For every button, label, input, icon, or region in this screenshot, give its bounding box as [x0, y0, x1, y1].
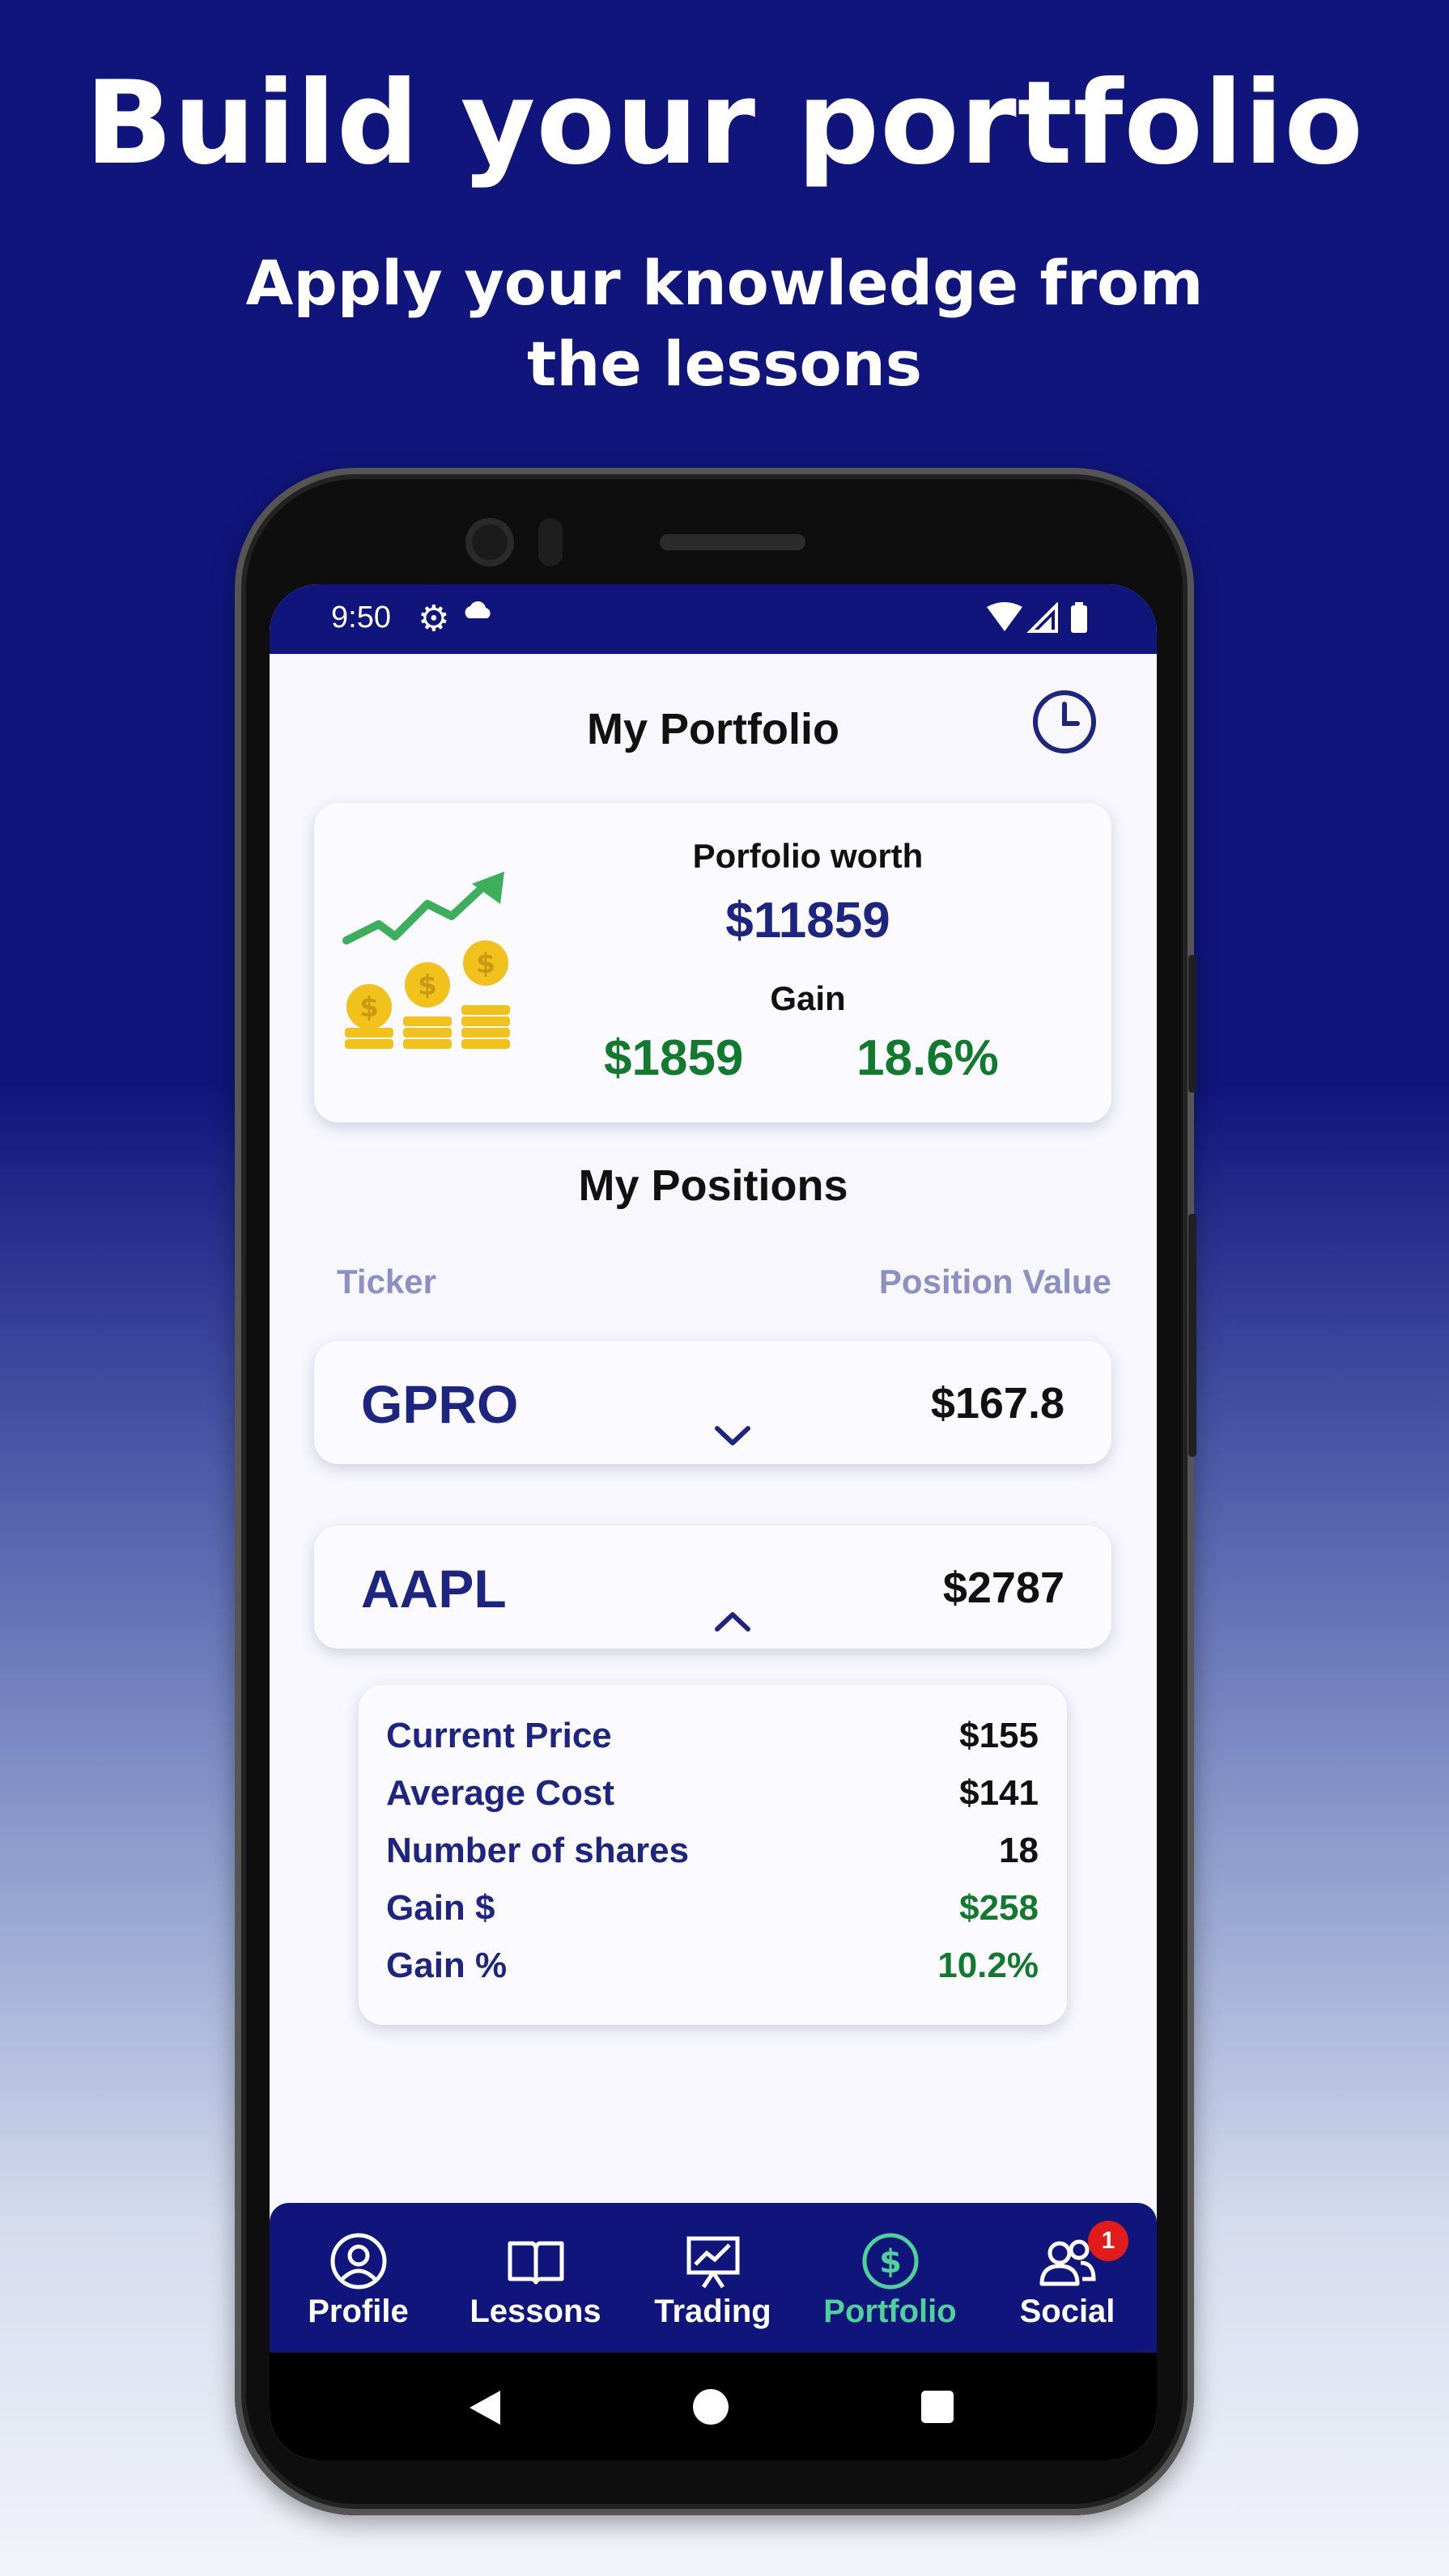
portfolio-worth-value: $11859 — [725, 893, 890, 948]
home-icon[interactable] — [693, 2389, 729, 2425]
ticker-column-header: Ticker — [337, 1263, 436, 1301]
detail-value: $141 — [959, 1773, 1039, 1813]
nav-item-profile[interactable]: Profile — [270, 2203, 447, 2353]
clock-icon[interactable] — [1030, 688, 1098, 756]
proximity-sensor — [538, 518, 563, 567]
svg-text:$: $ — [879, 2243, 902, 2281]
back-icon[interactable] — [466, 2387, 504, 2428]
nav-label: Lessons — [470, 2294, 601, 2329]
position-row-aapl[interactable]: AAPL $2787 — [314, 1526, 1111, 1649]
cloud-icon — [465, 601, 491, 618]
profile-icon — [330, 2233, 387, 2290]
wifi-icon — [987, 602, 1022, 631]
gain-label: Gain — [770, 979, 846, 1017]
phone-screen: 9:50 ⚙ My Portfolio $ $ $ Porfolio worth… — [270, 584, 1157, 2460]
status-time: 9:50 — [331, 601, 391, 634]
bottom-nav: Profile Lessons Trading $ Portfolio 1 So… — [270, 2203, 1157, 2353]
position-ticker: GPRO — [361, 1374, 519, 1434]
svg-text:$: $ — [359, 991, 379, 1024]
detail-label: Gain % — [386, 1946, 508, 1985]
coins-growth-icon: $ $ $ — [342, 872, 510, 1049]
position-value: $167.8 — [930, 1379, 1064, 1428]
notification-badge: 1 — [1088, 2221, 1128, 2261]
detail-value: 10.2% — [937, 1946, 1039, 1985]
nav-label: Portfolio — [823, 2294, 957, 2329]
gain-percent: 18.6% — [856, 1030, 999, 1086]
chevron-down-icon[interactable] — [712, 1420, 753, 1453]
position-value: $2787 — [942, 1564, 1064, 1612]
nav-label: Social — [1019, 2294, 1115, 2329]
settings-icon: ⚙ — [418, 599, 450, 639]
front-camera — [465, 518, 514, 567]
positions-title: My Positions — [578, 1161, 848, 1210]
promo-headline: Build your portfolio — [85, 57, 1364, 190]
chevron-up-icon[interactable] — [712, 1605, 753, 1637]
nav-item-portfolio[interactable]: $ Portfolio — [801, 2203, 979, 2353]
position-row-gpro[interactable]: GPRO $167.8 — [314, 1341, 1111, 1464]
status-icons — [987, 602, 1087, 633]
detail-value: 18 — [999, 1831, 1039, 1870]
nav-item-social[interactable]: 1 Social — [979, 2203, 1156, 2353]
nav-label: Trading — [654, 2294, 771, 2329]
battery-icon — [1071, 605, 1087, 633]
chart-board-icon — [686, 2236, 740, 2289]
detail-value: $155 — [959, 1716, 1039, 1755]
status-bar: 9:50 ⚙ — [270, 584, 1157, 654]
detail-label: Average Cost — [386, 1773, 615, 1813]
svg-text:$: $ — [476, 948, 495, 980]
svg-text:$: $ — [418, 970, 437, 1002]
detail-label: Current Price — [386, 1716, 612, 1755]
nav-label: Profile — [308, 2294, 409, 2329]
nav-item-trading[interactable]: Trading — [624, 2203, 801, 2353]
detail-label: Gain $ — [386, 1888, 495, 1928]
dollar-icon: $ — [862, 2233, 919, 2290]
detail-label: Number of shares — [386, 1831, 690, 1870]
gain-amount: $1859 — [604, 1030, 744, 1086]
book-icon — [508, 2241, 564, 2285]
portfolio-summary-card: $ $ $ Porfolio worth $11859 Gain $1859 1… — [314, 803, 1111, 1122]
nav-item-lessons[interactable]: Lessons — [447, 2203, 624, 2353]
portfolio-worth-label: Porfolio worth — [692, 837, 924, 875]
promo-subheadline: Apply your knowledge from the lessons — [245, 247, 1204, 400]
earpiece-speaker — [660, 534, 805, 550]
recent-apps-icon[interactable] — [921, 2391, 954, 2423]
position-details-card: Current Price $155 Average Cost $141 Num… — [359, 1685, 1067, 2025]
position-ticker: AAPL — [361, 1559, 507, 1619]
phone-volume-button — [1188, 1214, 1196, 1457]
system-nav-bar — [270, 2353, 1157, 2460]
position-value-column-header: Position Value — [878, 1263, 1111, 1301]
phone-power-button — [1188, 955, 1196, 1093]
page-title: My Portfolio — [587, 705, 839, 753]
detail-value: $258 — [959, 1888, 1039, 1928]
